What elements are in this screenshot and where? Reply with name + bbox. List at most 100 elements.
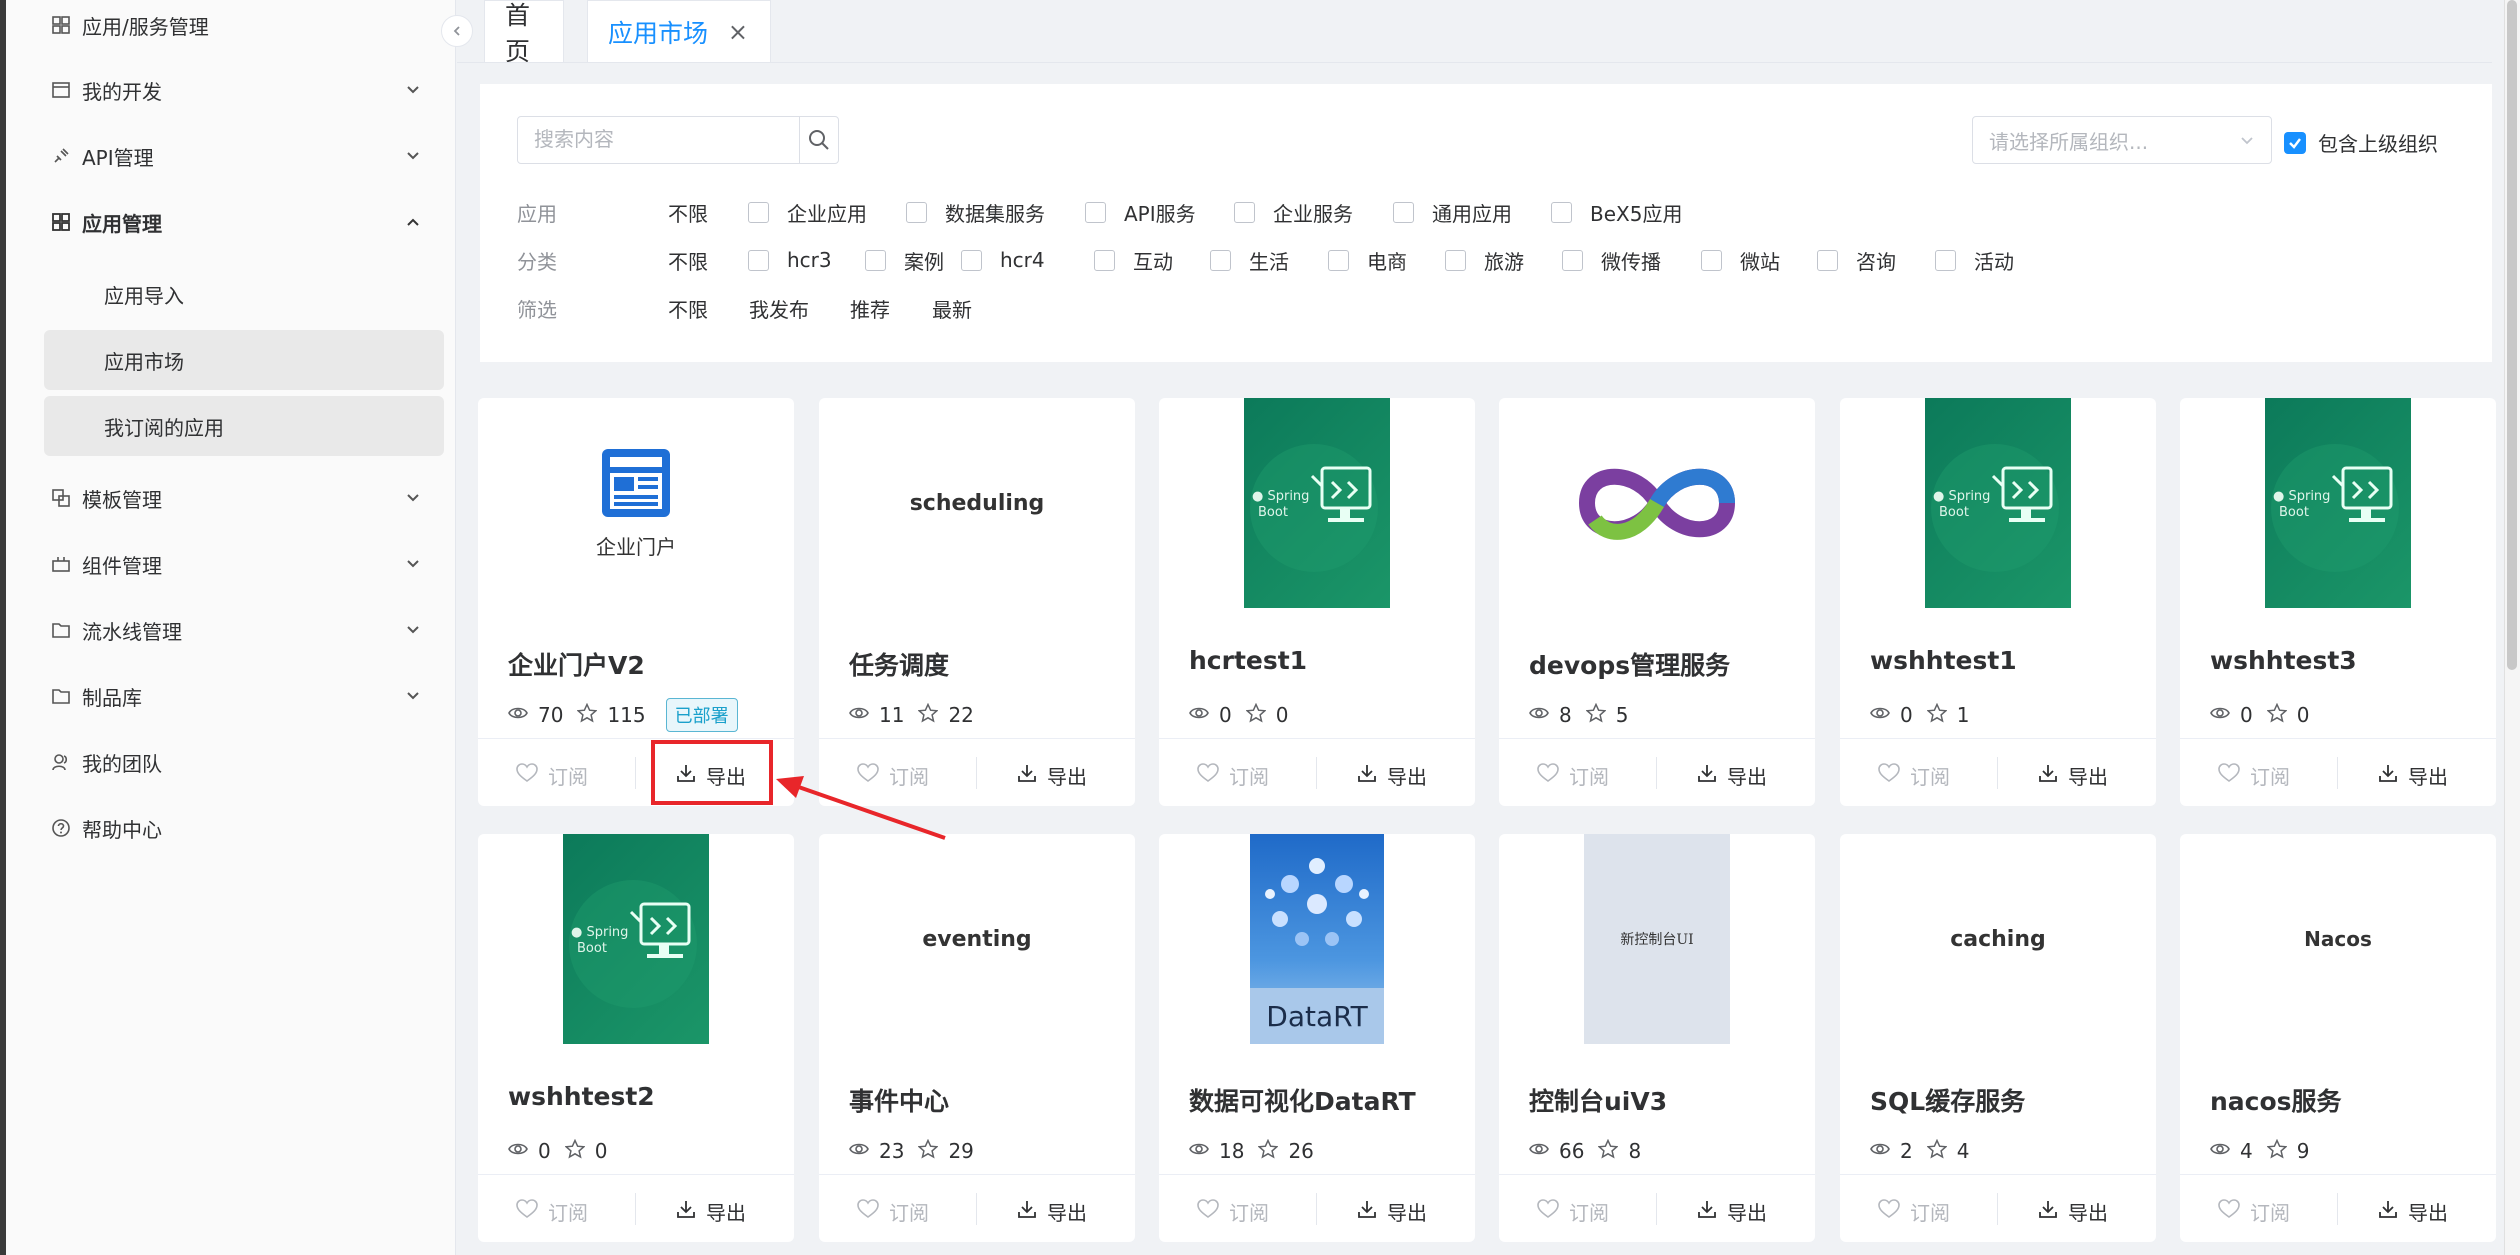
- filter-option-latest[interactable]: 最新: [932, 294, 972, 323]
- checkbox[interactable]: [1085, 201, 1106, 223]
- card-thumbnail[interactable]: ● Spring Boot: [2180, 398, 2496, 608]
- sidebar-item-help[interactable]: 帮助中心: [6, 795, 446, 861]
- tab-app-market[interactable]: 应用市场 ×: [587, 0, 771, 62]
- card-title[interactable]: wshhtest2: [508, 1082, 655, 1111]
- filter-option[interactable]: 通用应用: [1393, 198, 1512, 227]
- card-thumbnail[interactable]: 企业门户: [478, 398, 794, 608]
- checkbox[interactable]: [1701, 249, 1722, 271]
- filter-option[interactable]: hcr4: [961, 248, 1045, 272]
- tab-home[interactable]: 首页: [484, 0, 564, 66]
- checkbox[interactable]: [748, 201, 769, 223]
- card-thumbnail[interactable]: eventing: [819, 834, 1135, 1044]
- filter-option-recommended[interactable]: 推荐: [850, 294, 890, 323]
- card-title[interactable]: nacos服务: [2210, 1082, 2342, 1118]
- search-input[interactable]: [518, 117, 799, 163]
- checkbox[interactable]: [865, 249, 886, 271]
- card-title[interactable]: devops管理服务: [1529, 646, 1730, 682]
- sidebar-item-app-mgmt[interactable]: 应用管理: [6, 189, 446, 255]
- checkbox[interactable]: [906, 201, 927, 223]
- card-thumbnail[interactable]: scheduling: [819, 398, 1135, 608]
- export-button[interactable]: 导出: [2038, 761, 2108, 790]
- scrollbar-thumb[interactable]: [2507, 0, 2517, 670]
- card-thumbnail[interactable]: caching: [1840, 834, 2156, 1044]
- card-title[interactable]: 任务调度: [849, 646, 949, 682]
- org-select[interactable]: 请选择所属组织...: [1972, 116, 2272, 164]
- app-card[interactable]: devops管理服务 8 5 订阅 导出: [1499, 398, 1815, 806]
- sidebar-item-pipeline[interactable]: 流水线管理: [6, 597, 446, 663]
- filter-option-mine[interactable]: 我发布: [749, 294, 809, 323]
- filter-option[interactable]: hcr3: [748, 248, 832, 272]
- filter-option[interactable]: 企业应用: [748, 198, 867, 227]
- filter-option-any[interactable]: 不限: [668, 246, 708, 275]
- app-card[interactable]: ● Spring Boot wshhtest2 0 0 订阅 导出: [478, 834, 794, 1242]
- export-button[interactable]: 导出: [2378, 761, 2448, 790]
- checkbox[interactable]: [748, 249, 769, 271]
- filter-option[interactable]: BeX5应用: [1551, 198, 1682, 227]
- export-button[interactable]: 导出: [1697, 1197, 1767, 1226]
- card-title[interactable]: hcrtest1: [1189, 646, 1307, 675]
- filter-option[interactable]: API服务: [1085, 198, 1196, 227]
- export-button[interactable]: 导出: [1357, 1197, 1427, 1226]
- subscribe-button[interactable]: 订阅: [1878, 1197, 1950, 1226]
- close-icon[interactable]: ×: [728, 18, 748, 46]
- filter-option[interactable]: 互动: [1094, 246, 1173, 275]
- filter-option[interactable]: 微站: [1701, 246, 1780, 275]
- sidebar-subitem-app-import[interactable]: 应用导入: [44, 264, 444, 324]
- search-button[interactable]: [799, 117, 838, 163]
- app-card[interactable]: DataRT 数据可视化DataRT 18 26 订阅 导出: [1159, 834, 1475, 1242]
- subscribe-button[interactable]: 订阅: [2218, 1197, 2290, 1226]
- checkbox[interactable]: [1328, 249, 1349, 271]
- card-thumbnail[interactable]: Nacos: [2180, 834, 2496, 1044]
- export-button[interactable]: 导出: [1697, 761, 1767, 790]
- sidebar-subitem-my-subscriptions[interactable]: 我订阅的应用: [44, 396, 444, 456]
- export-button[interactable]: 导出: [676, 1197, 746, 1226]
- checkbox[interactable]: [1935, 249, 1956, 271]
- card-title[interactable]: 数据可视化DataRT: [1189, 1082, 1416, 1118]
- sidebar-item-template[interactable]: 模板管理: [6, 465, 446, 531]
- subscribe-button[interactable]: 订阅: [1197, 761, 1269, 790]
- sidebar-item-artifact[interactable]: 制品库: [6, 663, 446, 729]
- filter-option[interactable]: 咨询: [1817, 246, 1896, 275]
- include-parent-checkbox[interactable]: 包含上级组织: [2284, 128, 2438, 157]
- sidebar-item-component[interactable]: 组件管理: [6, 531, 446, 597]
- app-card[interactable]: scheduling 任务调度 11 22 订阅 导出: [819, 398, 1135, 806]
- filter-option-any[interactable]: 不限: [668, 294, 708, 323]
- subscribe-button[interactable]: 订阅: [2218, 761, 2290, 790]
- card-thumbnail[interactable]: ● Spring Boot: [478, 834, 794, 1044]
- card-thumbnail[interactable]: ● Spring Boot: [1840, 398, 2156, 608]
- subscribe-button[interactable]: 订阅: [1197, 1197, 1269, 1226]
- checkbox[interactable]: [1551, 201, 1572, 223]
- sidebar-item-team[interactable]: 我的团队: [6, 729, 446, 795]
- export-button[interactable]: 导出: [1357, 761, 1427, 790]
- checkbox[interactable]: [1234, 201, 1255, 223]
- checkbox[interactable]: [961, 249, 982, 271]
- app-card[interactable]: ● Spring Boot hcrtest1 0 0 订阅 导出: [1159, 398, 1475, 806]
- subscribe-button[interactable]: 订阅: [857, 1197, 929, 1226]
- subscribe-button[interactable]: 订阅: [516, 761, 588, 790]
- app-card[interactable]: ● Spring Boot wshhtest1 0 1 订阅 导出: [1840, 398, 2156, 806]
- app-card[interactable]: ● Spring Boot wshhtest3 0 0 订阅 导出: [2180, 398, 2496, 806]
- sidebar-item-my-dev[interactable]: 我的开发: [6, 57, 446, 123]
- filter-option[interactable]: 企业服务: [1234, 198, 1353, 227]
- export-button[interactable]: 导出: [2038, 1197, 2108, 1226]
- subscribe-button[interactable]: 订阅: [1878, 761, 1950, 790]
- app-card[interactable]: caching SQL缓存服务 2 4 订阅 导出: [1840, 834, 2156, 1242]
- checkbox[interactable]: [1393, 201, 1414, 223]
- card-thumbnail[interactable]: DataRT: [1159, 834, 1475, 1044]
- filter-option[interactable]: 生活: [1210, 246, 1289, 275]
- card-thumbnail[interactable]: ● Spring Boot: [1159, 398, 1475, 608]
- card-title[interactable]: wshhtest3: [2210, 646, 2357, 675]
- filter-option[interactable]: 微传播: [1562, 246, 1661, 275]
- subscribe-button[interactable]: 订阅: [516, 1197, 588, 1226]
- export-button[interactable]: 导出: [1017, 1197, 1087, 1226]
- filter-option-any[interactable]: 不限: [668, 198, 708, 227]
- filter-option[interactable]: 电商: [1328, 246, 1407, 275]
- subscribe-button[interactable]: 订阅: [1537, 1197, 1609, 1226]
- filter-option[interactable]: 数据集服务: [906, 198, 1045, 227]
- app-card[interactable]: eventing 事件中心 23 29 订阅 导出: [819, 834, 1135, 1242]
- checkbox[interactable]: [1094, 249, 1115, 271]
- card-title[interactable]: SQL缓存服务: [1870, 1082, 2025, 1118]
- export-button[interactable]: 导出: [2378, 1197, 2448, 1226]
- app-card[interactable]: Nacos nacos服务 4 9 订阅 导出: [2180, 834, 2496, 1242]
- card-title[interactable]: wshhtest1: [1870, 646, 2017, 675]
